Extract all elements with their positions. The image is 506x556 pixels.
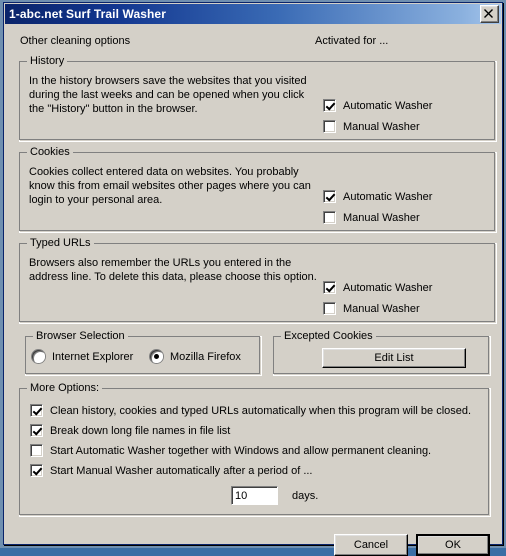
more-options-start-with-windows-label: Start Automatic Washer together with Win…: [50, 444, 432, 457]
radio-internet-explorer[interactable]: Internet Explorer: [32, 350, 133, 363]
radio-internet-explorer-label: Internet Explorer: [52, 350, 134, 363]
other-cleaning-options-label: Other cleaning options: [20, 35, 131, 47]
period-unit-label: days.: [292, 490, 319, 502]
typed-urls-description: Browsers also remember the URLs you ente…: [29, 257, 317, 283]
checkbox-icon: [323, 281, 336, 294]
group-cookies-legend: Cookies: [27, 146, 73, 158]
more-options-clean-on-close-checkbox[interactable]: Clean history, cookies and typed URLs au…: [30, 404, 471, 417]
group-cookies: Cookies Cookies collect entered data on …: [19, 146, 497, 233]
window-title: 1-abc.net Surf Trail Washer: [9, 7, 166, 21]
close-icon[interactable]: [480, 5, 499, 23]
history-automatic-washer-checkbox[interactable]: Automatic Washer: [323, 99, 432, 112]
history-automatic-washer-label: Automatic Washer: [343, 99, 433, 112]
more-options-break-long-names-checkbox[interactable]: Break down long file names in file list: [30, 424, 230, 437]
radio-mozilla-firefox-label: Mozilla Firefox: [170, 350, 241, 363]
checkbox-icon: [30, 444, 43, 457]
group-history: History In the history browsers save the…: [19, 55, 497, 142]
group-typed-urls-legend: Typed URLs: [27, 237, 94, 249]
radio-icon: [150, 350, 163, 363]
cookies-manual-washer-checkbox[interactable]: Manual Washer: [323, 211, 420, 224]
checkbox-icon: [323, 302, 336, 315]
group-typed-urls: Typed URLs Browsers also remember the UR…: [19, 237, 497, 324]
ok-button[interactable]: OK: [416, 534, 490, 556]
history-manual-washer-checkbox[interactable]: Manual Washer: [323, 120, 420, 133]
checkbox-icon: [30, 404, 43, 417]
group-history-legend: History: [27, 55, 68, 67]
more-options-start-manual-period-label: Start Manual Washer automatically after …: [50, 464, 313, 477]
group-excepted-cookies: Excepted Cookies Edit List: [273, 330, 491, 376]
group-excepted-cookies-legend: Excepted Cookies: [281, 330, 376, 342]
activated-for-label: Activated for ...: [315, 35, 389, 47]
group-more-options-legend: More Options:: [27, 382, 103, 394]
checkbox-icon: [323, 190, 336, 203]
group-browser-selection-legend: Browser Selection: [33, 330, 128, 342]
radio-mozilla-firefox[interactable]: Mozilla Firefox: [150, 350, 241, 363]
close-glyph: [484, 9, 493, 18]
cancel-button[interactable]: Cancel: [334, 534, 408, 556]
checkbox-icon: [30, 464, 43, 477]
cookies-automatic-washer-label: Automatic Washer: [343, 190, 433, 203]
more-options-start-manual-period-checkbox[interactable]: Start Manual Washer automatically after …: [30, 464, 313, 477]
cookies-description: Cookies collect entered data on websites…: [29, 166, 311, 206]
header-row: Other cleaning options Activated for ...: [5, 35, 501, 51]
history-description: In the history browsers save the website…: [29, 75, 307, 115]
checkbox-icon: [323, 120, 336, 133]
checkbox-icon: [30, 424, 43, 437]
typed-urls-automatic-washer-label: Automatic Washer: [343, 281, 433, 294]
title-bar[interactable]: 1-abc.net Surf Trail Washer: [5, 4, 501, 24]
group-more-options: More Options: Clean history, cookies and…: [19, 382, 491, 517]
cookies-manual-washer-label: Manual Washer: [343, 211, 420, 224]
typed-urls-automatic-washer-checkbox[interactable]: Automatic Washer: [323, 281, 432, 294]
more-options-break-long-names-label: Break down long file names in file list: [50, 424, 231, 437]
typed-urls-manual-washer-label: Manual Washer: [343, 302, 420, 315]
checkbox-icon: [323, 211, 336, 224]
checkbox-icon: [323, 99, 336, 112]
group-browser-selection: Browser Selection Internet Explorer Mozi…: [25, 330, 262, 376]
more-options-clean-on-close-label: Clean history, cookies and typed URLs au…: [50, 404, 472, 417]
radio-icon: [32, 350, 45, 363]
dialog-body: Other cleaning options Activated for ...…: [5, 25, 501, 556]
history-manual-washer-label: Manual Washer: [343, 120, 420, 133]
period-days-input[interactable]: [231, 486, 278, 505]
edit-list-button[interactable]: Edit List: [322, 348, 466, 368]
typed-urls-manual-washer-checkbox[interactable]: Manual Washer: [323, 302, 420, 315]
dialog-window: 1-abc.net Surf Trail Washer Other cleani…: [3, 2, 503, 556]
cookies-automatic-washer-checkbox[interactable]: Automatic Washer: [323, 190, 432, 203]
more-options-start-with-windows-checkbox[interactable]: Start Automatic Washer together with Win…: [30, 444, 431, 457]
